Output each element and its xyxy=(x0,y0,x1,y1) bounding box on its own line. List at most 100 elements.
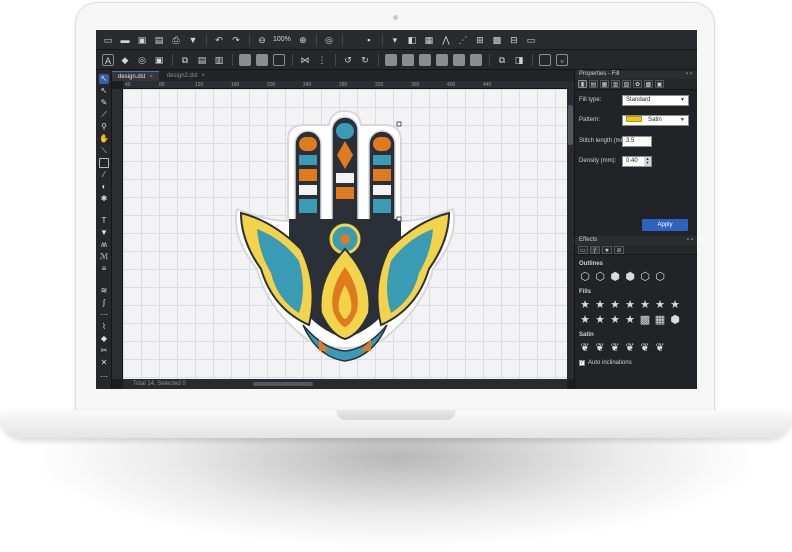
fill-hexagon-icon[interactable]: ⬢ xyxy=(669,314,681,326)
undo-icon[interactable]: ↶ xyxy=(213,34,225,46)
outline-hexagon-icon[interactable]: ⬡ xyxy=(579,271,591,283)
align-center-icon[interactable] xyxy=(256,53,268,66)
tab-effects[interactable]: ▥ xyxy=(611,80,620,88)
zoom-level[interactable]: 100% xyxy=(273,34,291,46)
fill-star-icon[interactable]: ★ xyxy=(624,314,636,326)
hamsa-design[interactable] xyxy=(123,89,567,379)
group-icon[interactable]: ▩ xyxy=(491,34,503,46)
redo-icon[interactable]: ↷ xyxy=(230,34,242,46)
fill-type-select[interactable]: Standard ▼ xyxy=(622,95,689,106)
panel-controls-icon[interactable]: ▪▪ xyxy=(687,236,695,245)
rotate-right-icon[interactable]: ↻ xyxy=(359,54,371,66)
align-left-icon[interactable] xyxy=(239,53,251,66)
tab-design2[interactable]: design2.dst × xyxy=(161,71,211,81)
tab-effects-shapes[interactable]: ▭ xyxy=(578,245,588,254)
frame-icon[interactable]: ▭ xyxy=(525,34,537,46)
fill-star-icon[interactable]: ★ xyxy=(639,299,651,311)
distribute-middle-icon[interactable] xyxy=(402,53,414,66)
tab-fill[interactable]: ▮ xyxy=(578,80,587,88)
zoom-tool-icon[interactable]: ⚲ xyxy=(99,122,109,132)
image-tool-icon[interactable] xyxy=(99,158,109,168)
outline-hexagon-icon[interactable]: ⬡ xyxy=(639,271,651,283)
rotate-left-icon[interactable]: ↺ xyxy=(342,54,354,66)
horizontal-scrollbar[interactable]: Total 14, Selected 0 xyxy=(123,379,567,389)
copy-icon[interactable]: ▤ xyxy=(196,54,208,66)
design-canvas[interactable] xyxy=(123,89,567,379)
satin-tool-icon[interactable]: ≋ xyxy=(99,286,109,296)
motif-tool-icon[interactable]: ⌇ xyxy=(99,322,109,332)
stitch-length-field[interactable]: 3.5 xyxy=(622,136,652,147)
distribute-center-icon[interactable] xyxy=(453,53,465,66)
fill-star-icon[interactable]: ★ xyxy=(594,299,606,311)
horizontal-scroll-thumb[interactable] xyxy=(253,382,313,386)
stitch-simulator-icon[interactable]: ◎ xyxy=(323,34,335,46)
applique-tool-icon[interactable]: ◆ xyxy=(99,334,109,344)
tab-effects-favorites[interactable]: ★ xyxy=(602,245,612,254)
close-tab-icon[interactable]: × xyxy=(149,74,153,80)
apply-button[interactable]: Apply xyxy=(642,219,688,231)
text-tool-icon[interactable]: A xyxy=(102,53,114,66)
zoom-out-icon[interactable]: ⊖ xyxy=(256,34,268,46)
print-icon[interactable]: ⎙ xyxy=(170,34,182,46)
satin-leaf-icon[interactable]: ❦ xyxy=(579,342,591,354)
tab-settings[interactable]: ▣ xyxy=(655,80,664,88)
open-folder-icon[interactable]: ▬ xyxy=(119,34,131,46)
zoom-in-icon[interactable]: ⊕ xyxy=(297,34,309,46)
tab-design[interactable]: design.dst × xyxy=(112,71,159,81)
checkbox-check-icon[interactable]: ✓ xyxy=(579,360,585,366)
transform-tool-icon[interactable]: ✕ xyxy=(99,358,109,368)
cross-stitch-tool-icon[interactable]: ⋯ xyxy=(99,310,109,320)
fill-star-icon[interactable]: ★ xyxy=(594,314,606,326)
tab-underlay[interactable]: ▧ xyxy=(622,80,631,88)
save-icon[interactable]: ▣ xyxy=(136,34,148,46)
tab-pattern[interactable]: ✿ xyxy=(633,80,642,88)
break-path-icon[interactable]: ⊞ xyxy=(474,34,486,46)
duplicate-icon[interactable]: ⧉ xyxy=(179,54,191,66)
tab-outline[interactable]: ▤ xyxy=(589,80,598,88)
fit-to-window-icon[interactable]: ▫ xyxy=(556,53,568,66)
send-backward-icon[interactable]: ◨ xyxy=(513,54,525,66)
fill-texture-icon[interactable]: ▦ xyxy=(654,314,666,326)
shape-circle-icon[interactable]: ◎ xyxy=(136,54,148,66)
outline-hexagon-icon[interactable]: ⬢ xyxy=(609,271,621,283)
hoop-icon[interactable]: ▪ xyxy=(363,34,375,46)
new-file-icon[interactable]: ▭ xyxy=(102,34,114,46)
distribute-top-icon[interactable] xyxy=(385,53,397,66)
node-tool-icon[interactable]: ↖ xyxy=(99,86,109,96)
satin-leaf-icon[interactable]: ❦ xyxy=(594,342,606,354)
measure-tool-icon[interactable]: ⟍ xyxy=(99,146,109,156)
tab-color[interactable]: ▩ xyxy=(644,80,653,88)
monogram-tool-icon[interactable]: ʍ xyxy=(99,240,109,250)
run-stitch-tool-icon[interactable]: ∫ xyxy=(99,298,109,308)
fill-star-icon[interactable]: ★ xyxy=(669,299,681,311)
bezier-tool-icon[interactable]: ⟋ xyxy=(99,110,109,120)
density-stepper[interactable]: 0.40 ▲ ▼ xyxy=(622,156,652,167)
shapes-tool-icon[interactable]: ◐ xyxy=(99,182,109,192)
bring-forward-icon[interactable]: ⧉ xyxy=(496,54,508,66)
tab-effects-disabled[interactable]: ⊘ xyxy=(614,245,624,254)
fill-texture-icon[interactable]: ▩ xyxy=(639,314,651,326)
3d-view-icon[interactable]: ◧ xyxy=(406,34,418,46)
tab-effects-fx[interactable]: ƒ xyxy=(590,245,600,254)
stepper-arrows-icon[interactable]: ▲ ▼ xyxy=(644,157,651,166)
vertical-scrollbar[interactable] xyxy=(567,81,574,379)
close-tab-icon[interactable]: × xyxy=(202,73,206,79)
satin-leaf-icon[interactable]: ❦ xyxy=(624,342,636,354)
distribute-right-icon[interactable] xyxy=(470,53,482,66)
star-tool-icon[interactable]: ✱ xyxy=(99,194,109,204)
panel-controls-icon[interactable]: ▪▪ xyxy=(686,70,694,79)
flip-vertical-icon[interactable]: ⋮ xyxy=(316,54,328,66)
trim-tool-icon[interactable]: ✂ xyxy=(99,346,109,356)
select-tool-icon[interactable]: ↖ xyxy=(99,74,109,84)
fill-star-icon[interactable]: ★ xyxy=(609,314,621,326)
distribute-left-icon[interactable] xyxy=(436,53,448,66)
satin-leaf-icon[interactable]: ❦ xyxy=(639,342,651,354)
tab-stitch[interactable]: ▦ xyxy=(600,80,609,88)
fill-star-icon[interactable]: ★ xyxy=(654,299,666,311)
pan-tool-icon[interactable]: ✋ xyxy=(99,134,109,144)
fill-star-icon[interactable]: ★ xyxy=(579,314,591,326)
auto-inclinations-checkbox[interactable]: ✓ Auto inclinations xyxy=(575,360,697,366)
align-right-icon[interactable] xyxy=(273,53,285,66)
export-icon[interactable]: ▤ xyxy=(153,34,165,46)
more-tools-icon[interactable]: ⋯ xyxy=(99,372,109,382)
